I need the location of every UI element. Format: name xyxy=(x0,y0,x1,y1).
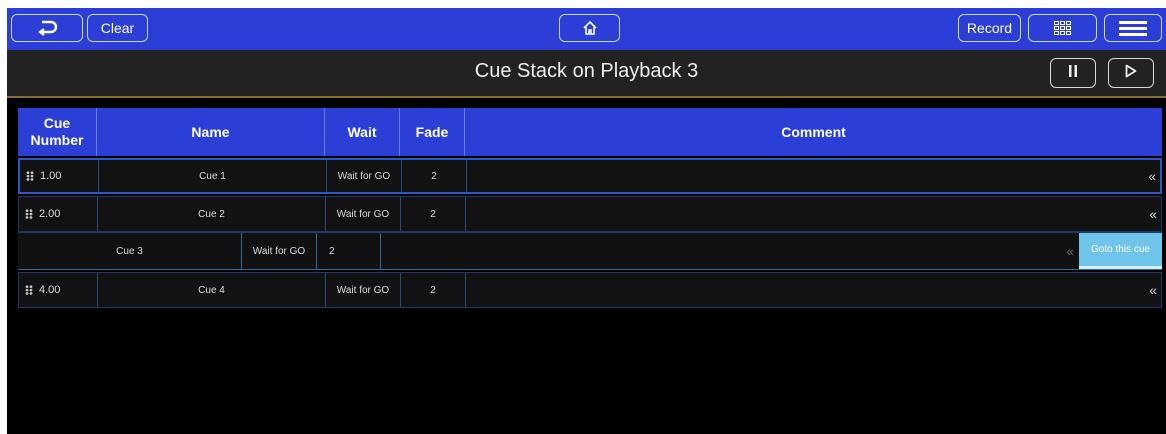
cue-number: 2.00 xyxy=(39,208,61,220)
table-row[interactable]: 4.00 Cue 4 Wait for GO 2 « xyxy=(18,272,1162,308)
cue-wait-cell: Wait for GO xyxy=(327,160,402,192)
grid-view-button[interactable] xyxy=(1028,14,1097,42)
cue-number: 4.00 xyxy=(39,284,61,296)
swiped-table-row[interactable]: Cue 3 Wait for GO 2 « Goto this cue xyxy=(18,232,1162,270)
cue-wait-cell: Wait for GO xyxy=(326,197,401,231)
cue-name-cell: Cue 1 xyxy=(99,160,327,192)
table-row[interactable]: 1.00 Cue 1 Wait for GO 2 « xyxy=(18,158,1162,194)
app-window: Clear Record Cue Stack on Playback 3 Cue… xyxy=(7,8,1166,434)
record-label: Record xyxy=(966,20,1013,36)
cue-fade-cell: 2 xyxy=(317,233,381,269)
clear-button[interactable]: Clear xyxy=(87,14,148,42)
top-toolbar: Clear Record xyxy=(7,8,1166,50)
home-button[interactable] xyxy=(559,14,620,42)
cue-comment-cell xyxy=(466,273,1159,307)
play-icon xyxy=(1125,64,1137,83)
cue-comment-cell xyxy=(467,160,1160,192)
drag-handle-icon[interactable] xyxy=(25,285,33,295)
grid-view-icon xyxy=(1053,21,1072,35)
column-header-fade[interactable]: Fade xyxy=(400,108,465,156)
column-header-cue-number[interactable]: Cue Number xyxy=(18,108,97,156)
cue-comment-cell xyxy=(466,197,1159,231)
undo-arrow-icon xyxy=(36,20,58,36)
cue-fade-cell: 2 xyxy=(401,273,466,307)
back-button[interactable] xyxy=(11,14,83,42)
cue-fade-cell: 2 xyxy=(401,197,466,231)
record-button[interactable]: Record xyxy=(958,14,1021,42)
title-bar: Cue Stack on Playback 3 xyxy=(7,50,1166,98)
column-header-wait[interactable]: Wait xyxy=(325,108,400,156)
page-title: Cue Stack on Playback 3 xyxy=(474,60,699,82)
swipe-chevron-icon[interactable]: « xyxy=(1149,197,1157,231)
hamburger-menu-icon xyxy=(1119,20,1147,36)
clear-label: Clear xyxy=(100,20,135,36)
cue-name-cell: Cue 2 xyxy=(98,197,326,231)
menu-button[interactable] xyxy=(1104,14,1162,42)
cue-name-cell: Cue 3 xyxy=(18,233,242,269)
play-button[interactable] xyxy=(1108,58,1154,88)
swipe-chevron-icon[interactable]: « xyxy=(1066,233,1074,269)
drag-handle-icon[interactable] xyxy=(26,171,34,181)
swipe-chevron-icon[interactable]: « xyxy=(1148,160,1156,192)
cue-wait-cell: Wait for GO xyxy=(242,233,317,269)
cue-number: 1.00 xyxy=(40,170,62,182)
goto-cue-button[interactable]: Goto this cue xyxy=(1079,233,1162,269)
cue-number-cell: 1.00 xyxy=(20,160,99,192)
cue-wait-cell: Wait for GO xyxy=(326,273,401,307)
column-header-name[interactable]: Name xyxy=(97,108,325,156)
cue-number-cell: 2.00 xyxy=(19,197,98,231)
home-icon xyxy=(582,20,598,36)
pause-button[interactable] xyxy=(1050,58,1096,88)
drag-handle-icon[interactable] xyxy=(25,209,33,219)
column-header-comment[interactable]: Comment xyxy=(465,108,1162,156)
cue-name-cell: Cue 4 xyxy=(98,273,326,307)
table-row[interactable]: 2.00 Cue 2 Wait for GO 2 « xyxy=(18,196,1162,232)
cue-fade-cell: 2 xyxy=(402,160,467,192)
pause-icon xyxy=(1068,64,1078,82)
swipe-chevron-icon[interactable]: « xyxy=(1149,273,1157,307)
cue-number-cell: 4.00 xyxy=(19,273,98,307)
